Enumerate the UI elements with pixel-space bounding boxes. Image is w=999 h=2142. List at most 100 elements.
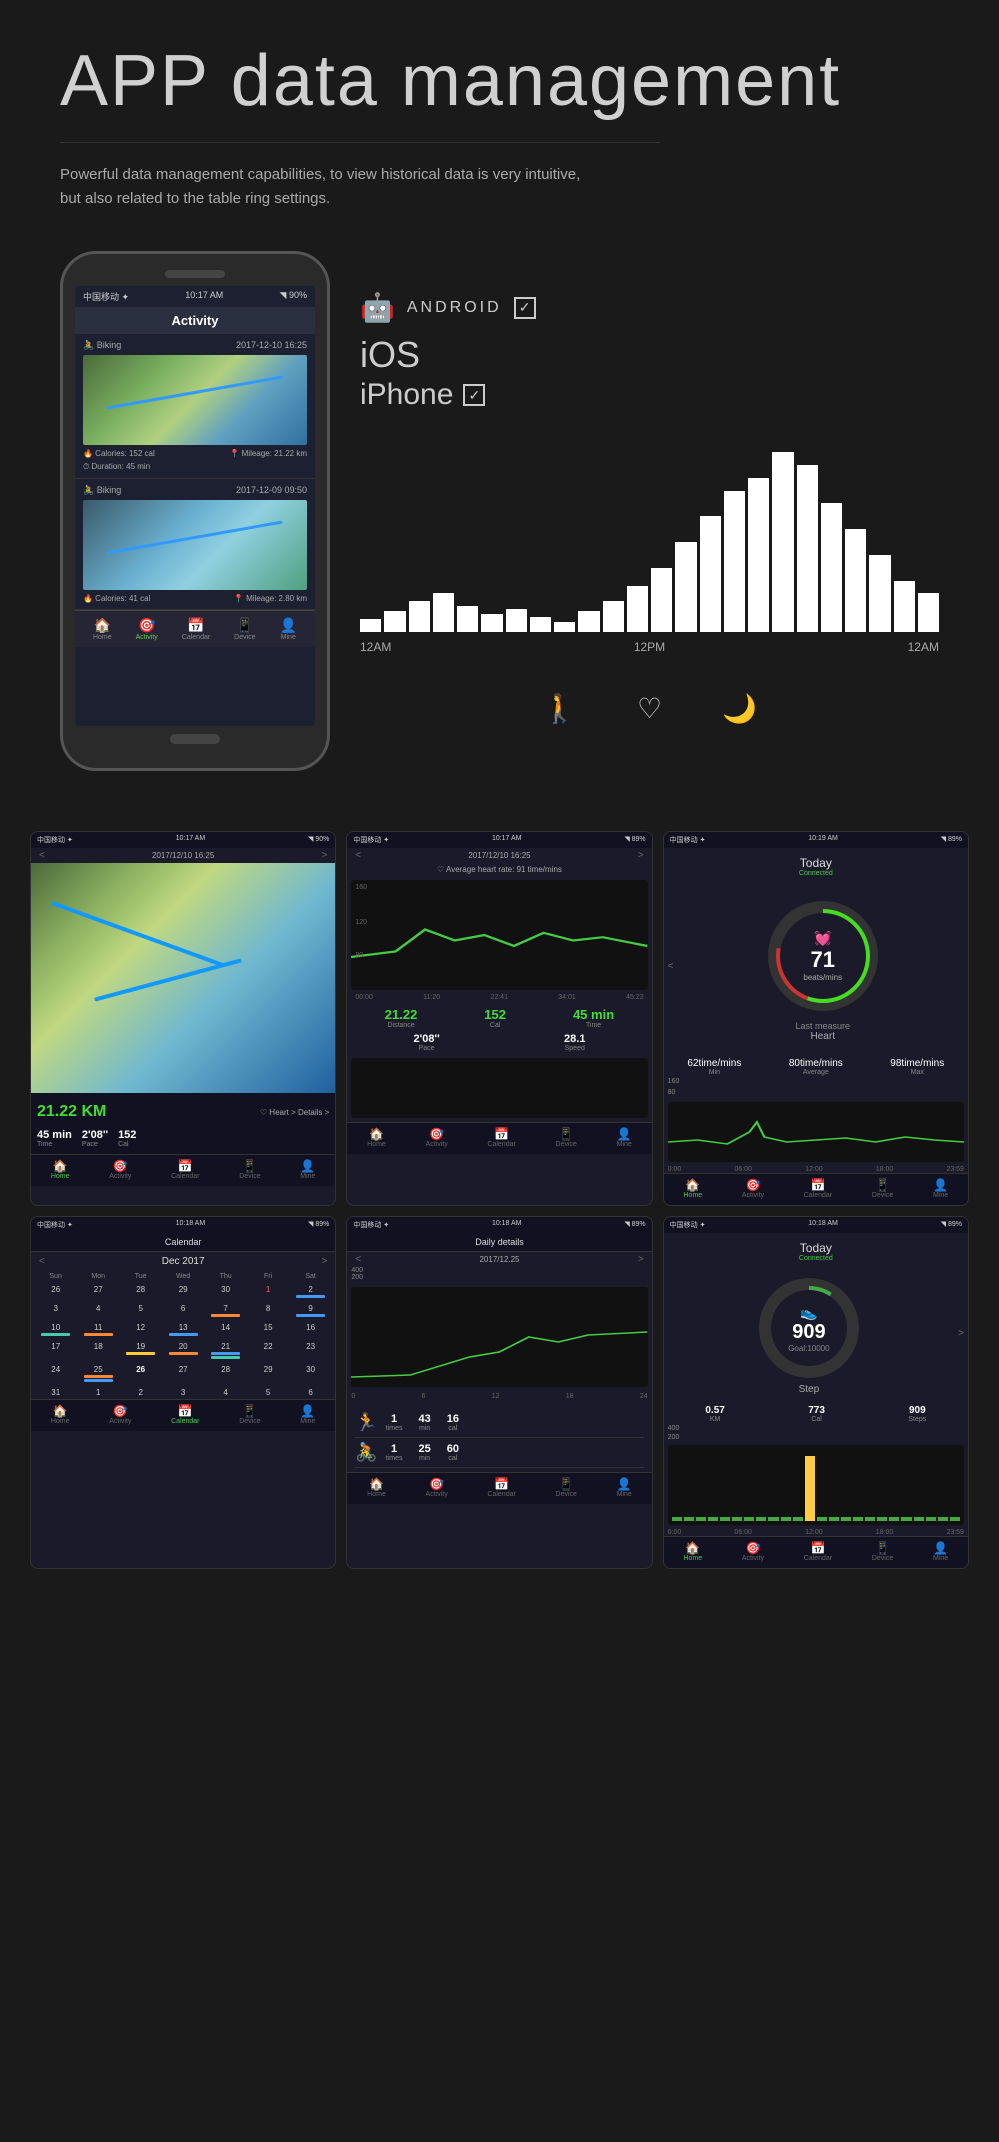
- nav-calendar[interactable]: 📅 Calendar: [182, 617, 210, 641]
- nav-home-daily[interactable]: 🏠Home: [367, 1477, 386, 1498]
- cal-d30b[interactable]: 30: [290, 1363, 331, 1385]
- nav-act-hr[interactable]: 🎯Activity: [426, 1127, 448, 1148]
- cal-d13[interactable]: 13: [162, 1321, 203, 1339]
- cal-d24[interactable]: 24: [35, 1363, 76, 1385]
- map-cal-val: 152: [118, 1129, 136, 1141]
- mileage-1: 📍 Mileage: 21.22 km: [229, 449, 307, 458]
- phone-home-button[interactable]: [170, 734, 220, 744]
- cal-d6[interactable]: 6: [162, 1302, 203, 1320]
- chevron-right[interactable]: >: [321, 850, 327, 861]
- nav-home-map[interactable]: 🏠Home: [51, 1159, 70, 1180]
- cal-d20[interactable]: 20: [162, 1340, 203, 1362]
- cal-d27[interactable]: 27: [77, 1283, 118, 1301]
- nav-mine-steps[interactable]: 👤Mine: [933, 1541, 948, 1562]
- nav-mine-daily[interactable]: 👤Mine: [617, 1477, 632, 1498]
- nav-dev-cal[interactable]: 📱Device: [239, 1404, 260, 1425]
- nav-dev-daily[interactable]: 📱Device: [556, 1477, 577, 1498]
- cal-d2b[interactable]: 2: [120, 1386, 161, 1399]
- cal-d31[interactable]: 31: [35, 1386, 76, 1399]
- heart-label: Heart: [811, 1031, 835, 1042]
- cal-d12[interactable]: 12: [120, 1321, 161, 1339]
- cal-d3b[interactable]: 3: [162, 1386, 203, 1399]
- cal-d28b[interactable]: 28: [205, 1363, 246, 1385]
- nav-home-hrc[interactable]: 🏠Home: [684, 1178, 703, 1199]
- nav-cal-cal[interactable]: 📅Calendar: [171, 1404, 199, 1425]
- cal-d26b[interactable]: 26: [120, 1363, 161, 1385]
- cal-d10[interactable]: 10: [35, 1321, 76, 1339]
- cal-d23[interactable]: 23: [290, 1340, 331, 1362]
- nav-dev-hrc[interactable]: 📱Device: [872, 1178, 893, 1199]
- nav-dev-map[interactable]: 📱Device: [239, 1159, 260, 1180]
- hr-chevron-left[interactable]: <: [355, 850, 361, 861]
- cal-d1b[interactable]: 1: [77, 1386, 118, 1399]
- hr-chevron-right[interactable]: >: [638, 850, 644, 861]
- cal-d14[interactable]: 14: [205, 1321, 246, 1339]
- nav-home-hr[interactable]: 🏠Home: [367, 1127, 386, 1148]
- cal-d11[interactable]: 11: [77, 1321, 118, 1339]
- nav-act-hrc[interactable]: 🎯Activity: [742, 1178, 764, 1199]
- nav-act-steps[interactable]: 🎯Activity: [742, 1541, 764, 1562]
- cal-d30[interactable]: 30: [205, 1283, 246, 1301]
- ios-logo: iOS iPhone ✓: [360, 334, 939, 412]
- cal-d17[interactable]: 17: [35, 1340, 76, 1362]
- cal-d9[interactable]: 9: [290, 1302, 331, 1320]
- nav-cal-hrc[interactable]: 📅Calendar: [804, 1178, 832, 1199]
- steps-today: Today: [668, 1241, 964, 1255]
- cal-d4[interactable]: 4: [77, 1302, 118, 1320]
- cal-d27b[interactable]: 27: [162, 1363, 203, 1385]
- cal-d8[interactable]: 8: [247, 1302, 288, 1320]
- cal-d18[interactable]: 18: [77, 1340, 118, 1362]
- cal-d29[interactable]: 29: [162, 1283, 203, 1301]
- nav-mine[interactable]: 👤 Mine: [280, 617, 297, 641]
- sb-9: [768, 1517, 778, 1521]
- steps-chevron-right[interactable]: >: [954, 1328, 968, 1339]
- nav-dev-steps[interactable]: 📱Device: [872, 1541, 893, 1562]
- cal-next[interactable]: >: [321, 1256, 327, 1267]
- nav-mine-map[interactable]: 👤Mine: [300, 1159, 315, 1180]
- chart-bar-7: [530, 617, 551, 632]
- nav-cal-daily[interactable]: 📅Calendar: [487, 1477, 515, 1498]
- daily-next[interactable]: >: [638, 1254, 644, 1265]
- nav-cal-hr[interactable]: 📅Calendar: [487, 1127, 515, 1148]
- cal-d3[interactable]: 3: [35, 1302, 76, 1320]
- cal-d26[interactable]: 26: [35, 1283, 76, 1301]
- nav-mine-hr[interactable]: 👤Mine: [617, 1127, 632, 1148]
- cal-d4b[interactable]: 4: [205, 1386, 246, 1399]
- cal-d25[interactable]: 25: [77, 1363, 118, 1385]
- nav-mine-cal[interactable]: 👤Mine: [300, 1404, 315, 1425]
- chart-label-12pm: 12PM: [634, 640, 665, 654]
- cal-d1[interactable]: 1: [247, 1283, 288, 1301]
- cal-d29b[interactable]: 29: [247, 1363, 288, 1385]
- nav-home[interactable]: 🏠 Home: [93, 617, 112, 641]
- cal-d21[interactable]: 21: [205, 1340, 246, 1362]
- cal-d6b[interactable]: 6: [290, 1386, 331, 1399]
- hrc-chevron-left[interactable]: <: [664, 961, 678, 972]
- heart-detail-link[interactable]: ♡ Heart > Details >: [260, 1108, 329, 1117]
- cal-d16[interactable]: 16: [290, 1321, 331, 1339]
- cal-d2[interactable]: 2: [290, 1283, 331, 1301]
- nav-act-daily[interactable]: 🎯Activity: [426, 1477, 448, 1498]
- cal-d7[interactable]: 7: [205, 1302, 246, 1320]
- daily-prev[interactable]: <: [355, 1254, 361, 1265]
- bike-dur-val: 25: [418, 1443, 430, 1455]
- dx-12: 12: [492, 1393, 500, 1400]
- nav-device[interactable]: 📱 Device: [234, 617, 255, 641]
- cal-prev[interactable]: <: [39, 1256, 45, 1267]
- nav-dev-hr[interactable]: 📱Device: [556, 1127, 577, 1148]
- cal-d5[interactable]: 5: [120, 1302, 161, 1320]
- cal-d5b[interactable]: 5: [247, 1386, 288, 1399]
- nav-home-steps[interactable]: 🏠Home: [684, 1541, 703, 1562]
- nav-home-cal[interactable]: 🏠Home: [51, 1404, 70, 1425]
- map-time: 45 min Time: [37, 1129, 72, 1148]
- nav-activity-map[interactable]: 🎯Activity: [109, 1159, 131, 1180]
- nav-activity[interactable]: 🎯 Activity: [136, 617, 158, 641]
- nav-mine-hrc[interactable]: 👤Mine: [933, 1178, 948, 1199]
- nav-cal-map[interactable]: 📅Calendar: [171, 1159, 199, 1180]
- cal-d22[interactable]: 22: [247, 1340, 288, 1362]
- nav-cal-steps[interactable]: 📅Calendar: [804, 1541, 832, 1562]
- cal-d28[interactable]: 28: [120, 1283, 161, 1301]
- cal-d19[interactable]: 19: [120, 1340, 161, 1362]
- cal-d15[interactable]: 15: [247, 1321, 288, 1339]
- nav-act-cal[interactable]: 🎯Activity: [109, 1404, 131, 1425]
- chevron-left[interactable]: <: [39, 850, 45, 861]
